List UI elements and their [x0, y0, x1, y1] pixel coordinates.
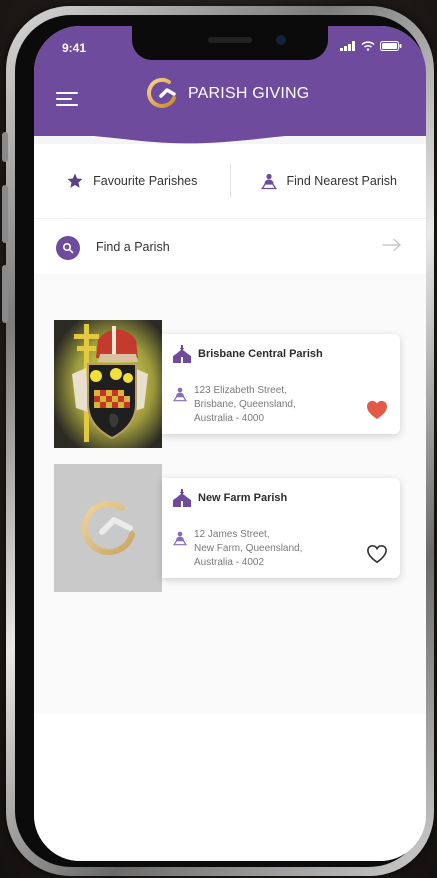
find-nearest-parish-button[interactable]: Find Nearest Parish [231, 172, 427, 190]
quick-actions: Favourite Parishes Find Nearest Parish [34, 144, 426, 219]
location-person-icon [260, 173, 277, 190]
heart-outline-icon[interactable] [366, 544, 388, 564]
status-time: 9:41 [62, 41, 87, 55]
address-line: Australia - 4000 [194, 413, 265, 424]
parish-giving-logo-icon [147, 78, 176, 108]
app-screen: 9:41 PARISH GIVING Favourite Parishes Fi… [34, 26, 426, 861]
parish-card[interactable]: New Farm Parish 12 James Street, New Far… [54, 464, 404, 594]
location-person-icon [172, 531, 188, 546]
coat-of-arms-icon [54, 320, 162, 448]
favourite-parishes-button[interactable]: Favourite Parishes [34, 172, 230, 190]
hamburger-icon[interactable] [56, 92, 78, 108]
church-icon [173, 489, 191, 507]
volume-up-button [2, 185, 8, 243]
find-a-parish-label: Find a Parish [96, 240, 170, 254]
signal-icon [340, 41, 355, 51]
parish-name: New Farm Parish [198, 492, 288, 504]
parish-image [54, 320, 162, 448]
parish-card-body: New Farm Parish 12 James Street, New Far… [162, 478, 400, 578]
parish-card-body: Brisbane Central Parish 123 Elizabeth St… [162, 334, 400, 434]
address-line: Brisbane, Queensland, [194, 399, 296, 410]
parish-address: 123 Elizabeth Street, Brisbane, Queensla… [194, 384, 334, 426]
empty-area [34, 714, 426, 861]
header-wave [34, 126, 426, 144]
parish-card[interactable]: Brisbane Central Parish 123 Elizabeth St… [54, 320, 404, 450]
content-area: Favourite Parishes Find Nearest Parish F… [34, 144, 426, 714]
church-icon [173, 345, 191, 363]
parish-name: Brisbane Central Parish [198, 348, 323, 360]
wifi-icon [361, 41, 375, 51]
brand: PARISH GIVING [144, 76, 309, 112]
battery-icon [380, 41, 402, 51]
front-camera [276, 35, 286, 45]
favourite-parishes-label: Favourite Parishes [93, 174, 198, 188]
address-line: New Farm, Queensland, [194, 543, 303, 554]
volume-down-button [2, 265, 8, 323]
address-line: 123 Elizabeth Street, [194, 385, 287, 396]
address-line: 12 James Street, [194, 529, 270, 540]
arrow-right-icon[interactable] [382, 238, 402, 252]
notch [132, 26, 328, 60]
parish-address: 12 James Street, New Farm, Queensland, A… [194, 528, 334, 570]
parish-list: Brisbane Central Parish 123 Elizabeth St… [34, 274, 426, 714]
star-icon [67, 173, 83, 188]
status-icons [340, 41, 402, 51]
search-icon [56, 236, 80, 260]
find-a-parish-row[interactable]: Find a Parish [34, 218, 426, 274]
speaker [208, 37, 252, 43]
location-person-icon [172, 387, 188, 402]
parish-image [54, 464, 162, 592]
find-nearest-parish-label: Find Nearest Parish [286, 174, 397, 188]
heart-filled-icon[interactable] [366, 400, 388, 420]
address-line: Australia - 4002 [194, 557, 265, 568]
mute-switch [2, 132, 8, 162]
parish-giving-logo-icon [81, 501, 135, 556]
brand-name: PARISH GIVING [188, 85, 310, 102]
